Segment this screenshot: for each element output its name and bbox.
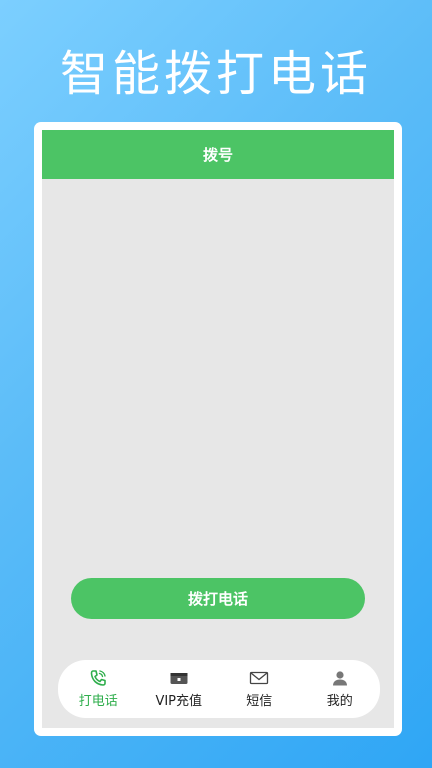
header-title: 拨号 bbox=[202, 146, 233, 164]
tab-sms-label: 短信 bbox=[246, 694, 273, 709]
call-button[interactable]: 拨打电话 bbox=[71, 578, 365, 619]
tab-call[interactable]: 打电话 bbox=[58, 664, 138, 714]
tab-profile[interactable]: 我的 bbox=[300, 664, 380, 714]
phone-icon bbox=[88, 669, 108, 687]
tab-sms[interactable]: 短信 bbox=[219, 664, 299, 714]
tab-vip-recharge-label: VIP充值 bbox=[155, 694, 203, 709]
mail-icon bbox=[249, 669, 269, 687]
app-screen: 拨号 拨打电话 打电话 VIP充值 短信 我的 bbox=[42, 130, 394, 728]
tab-profile-label: 我的 bbox=[326, 694, 353, 709]
wallet-icon bbox=[169, 669, 189, 687]
tab-vip-recharge[interactable]: VIP充值 bbox=[139, 664, 219, 714]
promo-title: 智能拨打电话 bbox=[59, 46, 372, 102]
person-icon bbox=[330, 669, 350, 687]
tab-call-label: 打电话 bbox=[78, 694, 118, 709]
bottom-tab-bar: 打电话 VIP充值 短信 我的 bbox=[58, 660, 380, 718]
app-header: 拨号 bbox=[42, 130, 394, 179]
phone-frame: 拨号 拨打电话 打电话 VIP充值 短信 我的 bbox=[34, 122, 402, 736]
